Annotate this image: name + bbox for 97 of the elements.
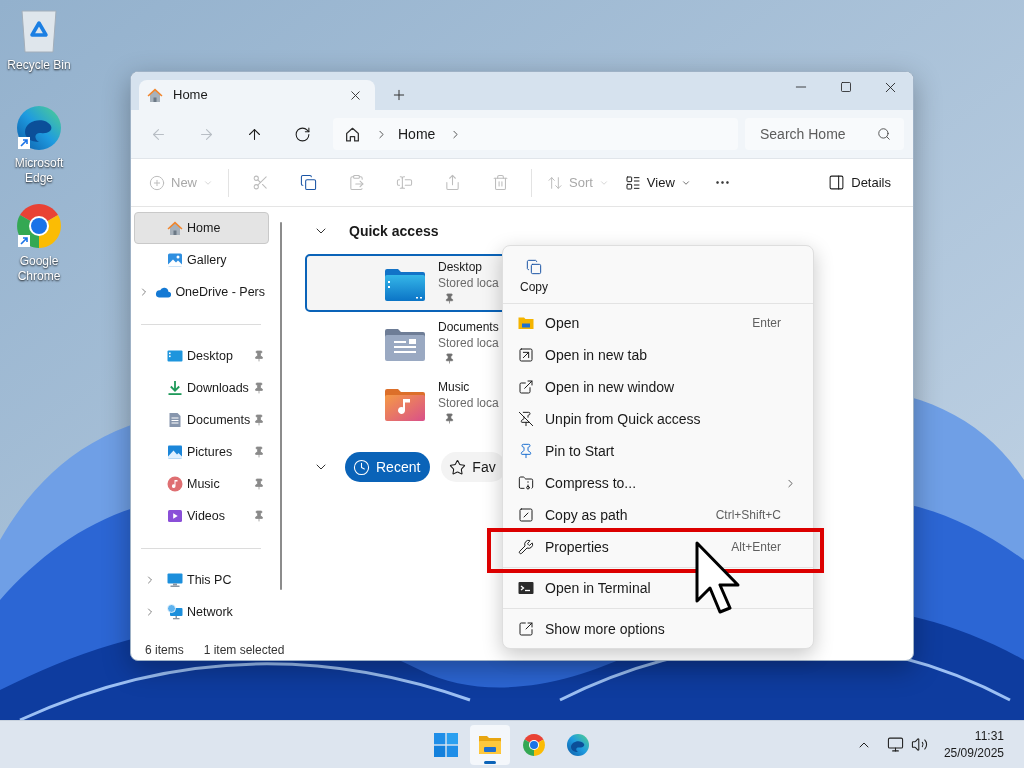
keyboard-shortcut: Enter: [752, 315, 781, 332]
breadcrumb-item[interactable]: Home: [398, 123, 436, 145]
maximize-icon[interactable]: [839, 81, 852, 93]
desktop-icon: [167, 348, 183, 364]
sidebar-item[interactable]: Downloads: [134, 372, 269, 404]
music-icon: [167, 476, 183, 492]
edge-icon[interactable]: [15, 104, 63, 152]
folder-name: Documents: [438, 319, 499, 335]
chrome-icon: [522, 732, 546, 757]
pin-icon[interactable]: [253, 382, 265, 394]
menu-item[interactable]: Unpin from Quick access: [507, 406, 809, 432]
picture-icon: [167, 444, 183, 460]
zip-folder-icon: [518, 475, 534, 491]
keyboard-shortcut: Ctrl+Shift+C: [715, 507, 781, 524]
menu-item[interactable]: Open in new window: [507, 374, 809, 400]
active-indicator: [484, 760, 496, 764]
sidebar-item[interactable]: Pictures: [134, 436, 269, 468]
folder-location: Stored loca: [438, 335, 499, 351]
download-icon: [167, 380, 183, 396]
section-heading: Quick access: [349, 221, 439, 241]
clock-date[interactable]: 25/09/2025: [943, 744, 1004, 762]
video-icon: [167, 508, 183, 524]
sidebar-item[interactable]: Music: [134, 468, 269, 500]
gallery-icon: [167, 252, 183, 268]
house-outline-icon[interactable]: [344, 125, 361, 143]
document-icon: [167, 412, 183, 428]
sidebar-item[interactable]: OneDrive - Pers: [134, 276, 269, 308]
music-folder-icon: [384, 388, 426, 422]
folder-location: Stored loca: [438, 275, 499, 291]
house-icon: [147, 87, 163, 103]
address-bar[interactable]: Home: [333, 118, 738, 150]
folder-icon: [518, 315, 534, 331]
menu-item[interactable]: Pin to Start: [507, 438, 809, 464]
details-button[interactable]: Details: [820, 166, 899, 199]
pin-icon[interactable]: [253, 446, 265, 458]
menu-item[interactable]: Copy as path Ctrl+Shift+C: [507, 502, 809, 528]
desktop-folder-icon: [384, 268, 426, 302]
folder-name: Desktop: [438, 259, 483, 275]
clock-icon: [353, 458, 370, 476]
monitor-icon: [167, 572, 183, 588]
recent-tab[interactable]: Recent: [345, 452, 431, 482]
documents-folder-icon: [384, 328, 426, 362]
windows-logo-icon: [434, 732, 458, 757]
status-text: 1 item selected: [203, 641, 285, 659]
house-icon: [167, 220, 183, 236]
sort-icon: [547, 174, 563, 191]
menu-action-button[interactable]: Copy: [509, 252, 559, 300]
clock-time[interactable]: 11:31: [974, 727, 1004, 745]
recycle-bin-icon[interactable]: [19, 7, 59, 53]
pin-icon[interactable]: [253, 510, 265, 522]
view-icon: [624, 174, 641, 191]
copy-path-icon: [518, 507, 534, 523]
plus-circle-icon: [149, 174, 165, 191]
pin-icon[interactable]: [253, 414, 265, 426]
view-button[interactable]: View: [616, 166, 699, 199]
menu-item[interactable]: Compress to...: [507, 470, 809, 496]
unpin-icon: [518, 411, 534, 427]
wrench-icon: [518, 539, 534, 555]
pin-icon[interactable]: [253, 350, 265, 362]
star-icon: [449, 458, 467, 476]
show-more-icon: [518, 621, 534, 637]
folder-location: Stored loca: [438, 395, 499, 411]
pin-icon: [518, 443, 534, 459]
menu-item[interactable]: Open in new tab: [507, 342, 809, 368]
refresh-icon[interactable]: [293, 125, 311, 143]
terminal-icon: [518, 580, 534, 596]
sidebar-item[interactable]: Network: [134, 596, 269, 628]
status-text: 6 items: [145, 641, 184, 659]
menu-item[interactable]: Open in Terminal: [507, 575, 809, 601]
network-icon: [167, 604, 183, 620]
sidebar-item[interactable]: Videos: [134, 500, 269, 532]
monitor-icon[interactable]: [886, 736, 904, 753]
new-tab-icon: [518, 347, 534, 363]
folder-name: Music: [438, 379, 470, 395]
sidebar-item[interactable]: Desktop: [134, 340, 269, 372]
menu-item[interactable]: Show more options: [507, 616, 809, 642]
taskbar-button[interactable]: [470, 724, 510, 765]
plus-icon[interactable]: [391, 87, 407, 103]
copy-icon[interactable]: [299, 174, 317, 191]
chrome-icon[interactable]: [15, 202, 63, 250]
sidebar-item[interactable]: Gallery: [134, 244, 269, 276]
copy-icon: [526, 258, 542, 275]
search-icon[interactable]: [877, 127, 891, 141]
keyboard-shortcut: Alt+Enter: [731, 539, 781, 556]
scrollbar-thumb[interactable]: [280, 222, 282, 590]
pin-icon[interactable]: [253, 478, 265, 490]
sidebar-item[interactable]: This PC: [134, 564, 269, 596]
menu-item[interactable]: Open Enter: [507, 310, 809, 336]
menu-item[interactable]: Properties Alt+Enter: [507, 534, 809, 560]
sidebar-item[interactable]: Home: [134, 212, 269, 244]
details-pane-icon: [828, 174, 846, 191]
edge-icon: [566, 732, 590, 757]
search-field[interactable]: Search Home: [745, 118, 904, 150]
new-window-icon: [518, 379, 534, 395]
volume-icon[interactable]: [910, 736, 928, 753]
tab[interactable]: Home: [139, 80, 375, 110]
sidebar-item[interactable]: Documents: [134, 404, 269, 436]
